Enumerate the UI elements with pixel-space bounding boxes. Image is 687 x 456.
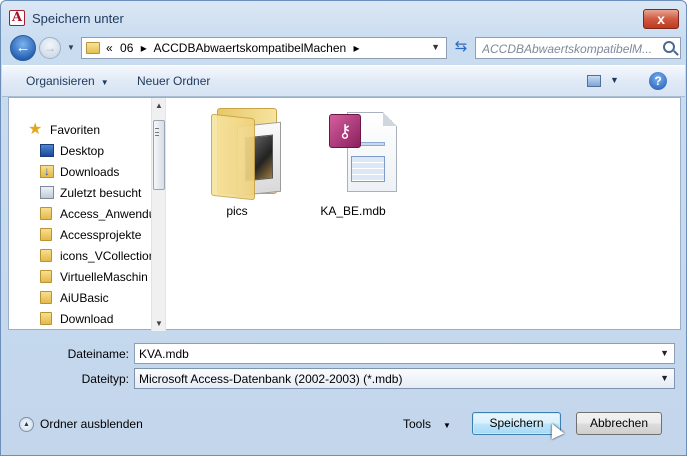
close-button[interactable]: x	[643, 9, 679, 29]
new-folder-button[interactable]: Neuer Ordner	[137, 74, 210, 88]
star-icon: ★	[28, 121, 43, 138]
title-bar: A Speichern unter x	[1, 1, 686, 35]
sidebar-item-label: Downloads	[60, 165, 120, 179]
file-item-pics[interactable]: pics	[187, 98, 287, 223]
window-title: Speichern unter	[32, 11, 124, 26]
sidebar-item-label: Access_Anwendu	[60, 207, 151, 221]
chevron-down-icon[interactable]: ▼	[610, 75, 619, 85]
sidebar-item-label: AiUBasic	[60, 291, 109, 305]
file-item-ka-be[interactable]: ⚷ KA_BE.mdb	[303, 98, 403, 223]
navigation-pane: ★ Favoriten Desktop Downloads Zuletzt be…	[9, 98, 166, 331]
folder-icon	[86, 42, 100, 54]
hide-folders-label: Ordner ausblenden	[40, 417, 143, 431]
browser-pane: ★ Favoriten Desktop Downloads Zuletzt be…	[8, 97, 681, 331]
table-graphic	[351, 156, 385, 182]
filename-value: KVA.mdb	[139, 347, 189, 361]
sidebar-item-folder[interactable]: Download	[9, 309, 151, 329]
breadcrumb-separator[interactable]: ▸	[354, 41, 360, 55]
back-button[interactable]: ←	[10, 35, 36, 61]
sidebar-item-folder[interactable]: AiUBasic	[9, 288, 151, 308]
page-corner	[383, 112, 397, 126]
tools-label: Tools	[403, 417, 432, 431]
filetype-select[interactable]: Microsoft Access-Datenbank (2002-2003) (…	[134, 368, 675, 389]
scroll-down-icon[interactable]: ▼	[155, 319, 163, 328]
cancel-button[interactable]: Abbrechen	[576, 412, 662, 435]
filename-field[interactable]: KVA.mdb ▼	[134, 343, 675, 364]
downloads-icon	[40, 164, 54, 178]
grip-icon	[155, 128, 159, 136]
access-database-icon: ⚷	[329, 112, 397, 196]
breadcrumb-item-06[interactable]: 06	[120, 41, 133, 55]
sidebar-scrollbar[interactable]: ▲ ▼	[151, 98, 165, 331]
desktop-icon	[40, 144, 54, 157]
sidebar-item-label: Download	[60, 312, 114, 326]
filetype-label: Dateityp:	[81, 372, 129, 386]
hide-folders-button[interactable]: ▲ Ordner ausblenden	[19, 417, 143, 433]
folder-icon	[40, 270, 52, 283]
scroll-up-icon[interactable]: ▲	[155, 101, 163, 110]
sidebar-item-recent[interactable]: Zuletzt besucht	[9, 183, 151, 203]
sidebar-item-label: Desktop	[60, 144, 105, 158]
filename-label: Dateiname:	[67, 347, 129, 361]
address-bar[interactable]: « 06 ▸ ACCDBAbwaertskompatibelMachen ▸ ▼	[81, 37, 447, 59]
breadcrumb: « 06 ▸ ACCDBAbwaertskompatibelMachen ▸	[106, 41, 364, 55]
folder-icon	[40, 291, 52, 304]
folder-icon	[40, 207, 52, 220]
recent-pages-dropdown[interactable]: ▼	[67, 43, 75, 52]
sidebar-item-label: VirtuelleMaschin	[60, 270, 148, 284]
folder-icon	[40, 312, 52, 325]
folder-icon	[40, 228, 52, 241]
chevron-down-icon[interactable]: ▼	[660, 348, 669, 358]
folder-icon	[211, 106, 283, 201]
chevron-down-icon[interactable]: ▼	[660, 373, 669, 383]
save-form: Dateiname: KVA.mdb ▼ Dateityp: Microsoft…	[1, 331, 686, 455]
navigation-bar: ← → ▼ « 06 ▸ ACCDBAbwaertskompatibelMach…	[1, 34, 686, 62]
file-list: pics ⚷ KA_BE.mdb	[167, 98, 680, 329]
address-dropdown-icon[interactable]: ▼	[431, 42, 440, 52]
folder-front	[211, 113, 255, 201]
search-icon	[663, 41, 675, 53]
breadcrumb-separator[interactable]: ▸	[141, 41, 147, 55]
file-name: pics	[226, 204, 248, 218]
tools-button[interactable]: Tools ▼	[403, 417, 451, 431]
search-input[interactable]: ACCDBAbwaertskompatibelM...	[475, 37, 681, 59]
access-app-icon: A	[9, 10, 25, 26]
chevron-down-icon: ▼	[100, 78, 109, 87]
sidebar-item-label: icons_VCollection	[60, 249, 151, 263]
view-options-icon[interactable]	[587, 75, 601, 87]
breadcrumb-item-current[interactable]: ACCDBAbwaertskompatibelMachen	[153, 41, 346, 55]
sidebar-item-label: Accessprojekte	[60, 228, 142, 242]
forward-button[interactable]: →	[39, 37, 61, 59]
breadcrumb-overflow[interactable]: «	[106, 41, 113, 55]
chevron-down-icon: ▼	[443, 421, 451, 430]
search-placeholder: ACCDBAbwaertskompatibelM...	[482, 42, 653, 56]
help-icon[interactable]: ?	[649, 72, 667, 90]
chevron-up-icon: ▲	[19, 417, 34, 433]
command-bar: Organisieren ▼ Neuer Ordner ▼ ?	[2, 65, 685, 97]
file-name: KA_BE.mdb	[320, 204, 386, 218]
sidebar-item-folder[interactable]: Accessprojekte	[9, 225, 151, 245]
sidebar-item-favorites[interactable]: ★ Favoriten	[9, 120, 151, 140]
sidebar-item-label: Zuletzt besucht	[60, 186, 142, 200]
organize-button[interactable]: Organisieren ▼	[26, 74, 109, 88]
sidebar-item-folder[interactable]: icons_VCollection	[9, 246, 151, 266]
recent-places-icon	[40, 186, 54, 199]
organize-label: Organisieren	[26, 74, 95, 88]
folder-icon	[40, 249, 52, 262]
sidebar-item-desktop[interactable]: Desktop	[9, 141, 151, 161]
save-as-dialog: A Speichern unter x ← → ▼ « 06 ▸ ACCDBAb…	[0, 0, 687, 456]
refresh-icon[interactable]: ⇆	[450, 37, 472, 59]
sidebar-item-downloads[interactable]: Downloads	[9, 162, 151, 182]
sidebar-item-label: Favoriten	[50, 123, 101, 137]
key-icon: ⚷	[329, 114, 361, 148]
sidebar-item-folder[interactable]: Access_Anwendu	[9, 204, 151, 224]
filetype-value: Microsoft Access-Datenbank (2002-2003) (…	[139, 372, 403, 386]
sidebar-item-folder[interactable]: VirtuelleMaschin	[9, 267, 151, 287]
